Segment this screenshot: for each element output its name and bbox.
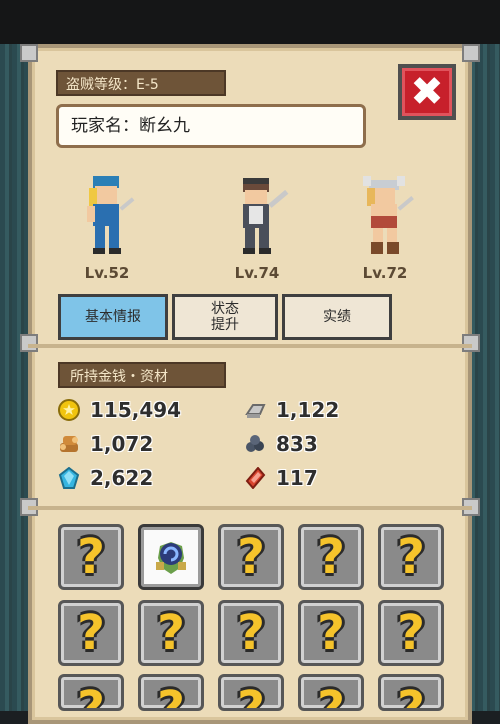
question-mark-icon: ? bbox=[397, 605, 425, 661]
item-slot-unknown[interactable]: ? bbox=[298, 524, 364, 590]
iron-ingot-icon bbox=[244, 399, 266, 421]
question-mark-icon: ? bbox=[317, 529, 345, 585]
ore-resource: 833 bbox=[244, 432, 318, 456]
section-divider bbox=[28, 344, 472, 348]
tab-status-upgrade[interactable]: 状态 提升 bbox=[172, 294, 278, 340]
question-mark-icon: ? bbox=[77, 681, 105, 711]
item-slot-unknown[interactable]: ? bbox=[58, 524, 124, 590]
character-level: Lv.52 bbox=[84, 264, 130, 282]
question-mark-icon: ? bbox=[77, 529, 105, 585]
item-slot-unknown[interactable]: ? bbox=[58, 600, 124, 666]
iron-amount: 1,122 bbox=[276, 398, 340, 422]
ore-amount: 833 bbox=[276, 432, 318, 456]
player-name-box: 玩家名：断幺九 bbox=[56, 104, 366, 148]
item-slot-unknown[interactable]: ? bbox=[218, 524, 284, 590]
character-roster: Lv.52 Lv.74 Lv.72 bbox=[56, 172, 456, 292]
info-tabs: 基本情报 状态 提升 实绩 bbox=[58, 294, 392, 340]
gold-resource: 115,494 bbox=[58, 398, 181, 422]
item-slot-unknown[interactable]: ? bbox=[218, 600, 284, 666]
question-mark-icon: ? bbox=[157, 681, 185, 711]
close-icon: ✖ bbox=[410, 69, 444, 115]
shield-emblem-icon bbox=[156, 542, 186, 574]
red-crystal-icon bbox=[244, 467, 266, 489]
gem-amount: 2,622 bbox=[90, 466, 154, 490]
question-mark-icon: ? bbox=[77, 605, 105, 661]
panel-corner-rivet bbox=[462, 334, 480, 352]
character-sprite bbox=[243, 178, 289, 254]
item-slot-owned[interactable] bbox=[138, 524, 204, 590]
character-level: Lv.72 bbox=[362, 264, 408, 282]
panel-corner-rivet bbox=[20, 334, 38, 352]
gold-coin-icon bbox=[58, 399, 80, 421]
question-mark-icon: ? bbox=[157, 605, 185, 661]
question-mark-icon: ? bbox=[237, 681, 265, 711]
item-slot-unknown[interactable]: ? bbox=[138, 674, 204, 711]
crystal-amount: 117 bbox=[276, 466, 318, 490]
item-slot-unknown[interactable]: ? bbox=[58, 674, 124, 711]
question-mark-icon: ? bbox=[397, 681, 425, 711]
item-slot-unknown[interactable]: ? bbox=[378, 600, 444, 666]
item-slot-unknown[interactable]: ? bbox=[298, 600, 364, 666]
panel-corner-rivet bbox=[20, 44, 38, 62]
iron-resource: 1,122 bbox=[244, 398, 339, 422]
question-mark-icon: ? bbox=[317, 681, 345, 711]
item-slot-unknown[interactable]: ? bbox=[378, 524, 444, 590]
character-sprite bbox=[363, 176, 414, 254]
wood-amount: 1,072 bbox=[90, 432, 154, 456]
wood-log-icon bbox=[58, 433, 80, 455]
question-mark-icon: ? bbox=[237, 605, 265, 661]
item-slot-unknown[interactable]: ? bbox=[378, 674, 444, 711]
tab-achievements[interactable]: 实绩 bbox=[282, 294, 392, 340]
gold-amount: 115,494 bbox=[90, 398, 182, 422]
section-divider bbox=[28, 506, 472, 510]
question-mark-icon: ? bbox=[237, 529, 265, 585]
tab-basic-info[interactable]: 基本情报 bbox=[58, 294, 168, 340]
question-mark-icon: ? bbox=[317, 605, 345, 661]
character-sprite bbox=[87, 176, 135, 254]
crystal-resource: 117 bbox=[244, 466, 318, 490]
wood-resource: 1,072 bbox=[58, 432, 153, 456]
ore-icon bbox=[244, 433, 266, 455]
character-level: Lv.74 bbox=[234, 264, 280, 282]
character-1[interactable]: Lv.52 bbox=[62, 172, 152, 282]
thief-rank-label: 盗贼等级：E-5 bbox=[56, 70, 226, 96]
item-slot-unknown[interactable]: ? bbox=[298, 674, 364, 711]
question-mark-icon: ? bbox=[397, 529, 425, 585]
item-slot-unknown[interactable]: ? bbox=[218, 674, 284, 711]
top-bar bbox=[0, 0, 500, 44]
character-2[interactable]: Lv.74 bbox=[212, 172, 302, 282]
character-3[interactable]: Lv.72 bbox=[340, 172, 430, 282]
blue-gem-icon bbox=[58, 467, 80, 489]
money-materials-label: 所持金钱・资材 bbox=[58, 362, 226, 388]
panel-corner-rivet bbox=[462, 44, 480, 62]
close-button[interactable]: ✖ bbox=[398, 64, 456, 120]
gem-resource: 2,622 bbox=[58, 466, 153, 490]
item-slot-unknown[interactable]: ? bbox=[138, 600, 204, 666]
